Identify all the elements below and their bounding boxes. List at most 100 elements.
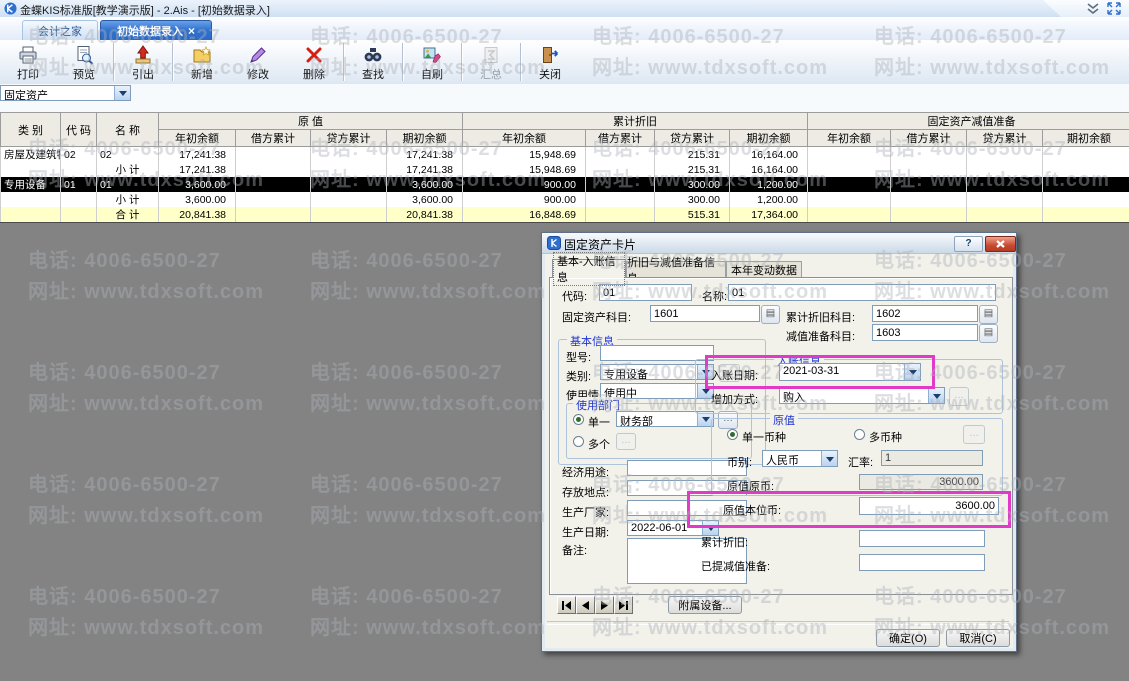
- dialog-tab-current-year[interactable]: 本年变动数据: [726, 261, 802, 278]
- table-row[interactable]: 合 计20,841.3820,841.3816,848.69515.3117,3…: [1, 207, 1129, 222]
- chevron-down-icon[interactable]: [702, 521, 718, 535]
- cell-number: 17,241.38: [159, 162, 236, 177]
- category-value: 专用设备: [601, 365, 697, 379]
- export-icon: [133, 45, 153, 65]
- imp-account-browse-icon[interactable]: ▤: [979, 324, 998, 343]
- sub-header[interactable]: 年初余额: [463, 130, 586, 147]
- nav-prev-button[interactable]: [576, 596, 595, 614]
- tab-close-icon[interactable]: ×: [188, 26, 195, 36]
- dialog-tab-basic-entry[interactable]: 基本-入账信息: [552, 259, 626, 278]
- print-button[interactable]: 打印: [0, 40, 56, 84]
- sub-header[interactable]: 贷方累计: [655, 130, 730, 147]
- chevron-down-icon[interactable]: [821, 451, 837, 466]
- sub-header[interactable]: 期初余额: [730, 130, 808, 147]
- export-button[interactable]: 引出: [115, 40, 171, 84]
- asset-type-select[interactable]: 固定资产: [0, 85, 131, 101]
- cell-number: [891, 207, 967, 222]
- sub-header[interactable]: 期初余额: [1043, 130, 1129, 147]
- acc-dep-field[interactable]: [859, 530, 985, 547]
- name-field[interactable]: [728, 284, 996, 301]
- refresh-button[interactable]: 自刷: [404, 40, 460, 84]
- code-field[interactable]: [599, 284, 692, 301]
- tab-label: 会计之家: [38, 23, 82, 39]
- table-row[interactable]: 小 计17,241.3817,241.3815,948.69215.3116,1…: [1, 162, 1129, 177]
- nav-last-button[interactable]: [614, 596, 633, 614]
- base-value-field[interactable]: [859, 497, 999, 515]
- chevron-down-icon[interactable]: [114, 86, 130, 100]
- sub-header[interactable]: 借方累计: [236, 130, 311, 147]
- cell-number: [1043, 192, 1129, 207]
- tab-accounting-home[interactable]: 会计之家: [22, 20, 98, 41]
- currency-select[interactable]: 人民币: [762, 450, 838, 467]
- preview-button[interactable]: 预览: [56, 40, 112, 84]
- cell-text: [1, 192, 61, 207]
- single-currency-radio[interactable]: [727, 429, 738, 440]
- sub-header[interactable]: 借方累计: [586, 130, 655, 147]
- tab-initial-data-entry[interactable]: 初始数据录入 ×: [100, 20, 212, 41]
- model-label: 型号:: [566, 349, 591, 365]
- dep-account-label: 累计折旧科目:: [786, 309, 855, 325]
- category-label: 类别:: [566, 368, 591, 384]
- help-button[interactable]: ?: [954, 236, 983, 252]
- cell-number: [891, 162, 967, 177]
- ok-button[interactable]: 确定(O): [876, 629, 940, 647]
- original-value-legend: 原值: [770, 412, 798, 428]
- collapse-chevrons-icon[interactable]: [1085, 3, 1101, 15]
- dept-multi-radio[interactable]: [573, 436, 584, 447]
- summarize-button[interactable]: 汇总: [463, 40, 519, 84]
- fa-account-field[interactable]: [650, 305, 760, 322]
- col-header-code[interactable]: 代 码: [61, 113, 97, 147]
- nav-first-button[interactable]: [557, 596, 576, 614]
- chevron-down-icon[interactable]: [904, 364, 920, 380]
- sub-header[interactable]: 期初余额: [387, 130, 463, 147]
- sub-header[interactable]: 贷方累计: [967, 130, 1043, 147]
- dialog-logo-icon: [547, 236, 561, 250]
- dialog-tab-depreciation[interactable]: 折旧与减值准备信息: [626, 261, 726, 278]
- toolbar-button-label: 查找: [362, 66, 384, 82]
- sub-header[interactable]: 年初余额: [159, 130, 236, 147]
- dialog-titlebar[interactable]: 固定资产卡片 ?: [542, 233, 1016, 254]
- table-row[interactable]: 房屋及建筑物020217,241.3817,241.3815,948.69215…: [1, 147, 1129, 163]
- table-row[interactable]: 专用设备01013,600.003,600.00900.00300.001,20…: [1, 177, 1129, 192]
- watermark-website-text: 网址: www.tdxsoft.com: [310, 499, 546, 528]
- cell-number: 900.00: [463, 192, 586, 207]
- refresh-icon: [422, 45, 442, 65]
- edit-button[interactable]: 修改: [230, 40, 286, 84]
- currency-more-button[interactable]: …: [963, 425, 985, 444]
- summary-icon: [481, 45, 501, 65]
- sub-header[interactable]: 贷方累计: [311, 130, 387, 147]
- table-row[interactable]: 小 计3,600.003,600.00900.00300.001,200.00: [1, 192, 1129, 207]
- delete-button[interactable]: 删除: [286, 40, 342, 84]
- close-button[interactable]: 关闭: [522, 40, 578, 84]
- fa-account-browse-icon[interactable]: ▤: [761, 305, 780, 324]
- col-header-category[interactable]: 类 别: [1, 113, 61, 147]
- add-method-select[interactable]: 购入: [779, 387, 945, 404]
- nav-next-button[interactable]: [595, 596, 614, 614]
- new-icon: [192, 45, 212, 65]
- dep-account-browse-icon[interactable]: ▤: [979, 305, 998, 324]
- dept-multi-more-button[interactable]: …: [616, 433, 636, 450]
- chevron-down-icon[interactable]: [928, 388, 944, 403]
- dept-single-radio[interactable]: [573, 414, 584, 425]
- new-button[interactable]: 新增: [174, 40, 230, 84]
- imp-account-label: 减值准备科目:: [786, 328, 855, 344]
- find-button[interactable]: 查找: [345, 40, 401, 84]
- cancel-button[interactable]: 取消(C): [946, 629, 1010, 647]
- dialog-close-button[interactable]: [985, 236, 1016, 252]
- watermark-website-text: 网址: www.tdxsoft.com: [28, 499, 264, 528]
- col-header-name[interactable]: 名 称: [97, 113, 159, 147]
- dep-account-field[interactable]: [872, 305, 978, 322]
- assets-table: 类 别 代 码 名 称 原 值 累计折旧 固定资产减值准备 年初余额 借方累计 …: [0, 112, 1129, 223]
- sub-header[interactable]: 年初余额: [808, 130, 891, 147]
- add-method-more-button[interactable]: …: [949, 387, 969, 406]
- multi-currency-radio[interactable]: [854, 429, 865, 440]
- attached-equipment-button[interactable]: 附属设备...: [668, 596, 742, 614]
- entry-date-select[interactable]: 2021-03-31: [779, 363, 921, 381]
- sub-header[interactable]: 借方累计: [891, 130, 967, 147]
- app-logo-icon: [4, 2, 17, 15]
- imp-provision-field[interactable]: [859, 554, 985, 571]
- expand-arrows-icon[interactable]: [1107, 2, 1121, 15]
- imp-account-field[interactable]: [872, 324, 978, 341]
- watermark-phone-text: 电话: 4006-6500-27: [310, 580, 503, 609]
- watermark-website-text: 网址: www.tdxsoft.com: [310, 387, 546, 416]
